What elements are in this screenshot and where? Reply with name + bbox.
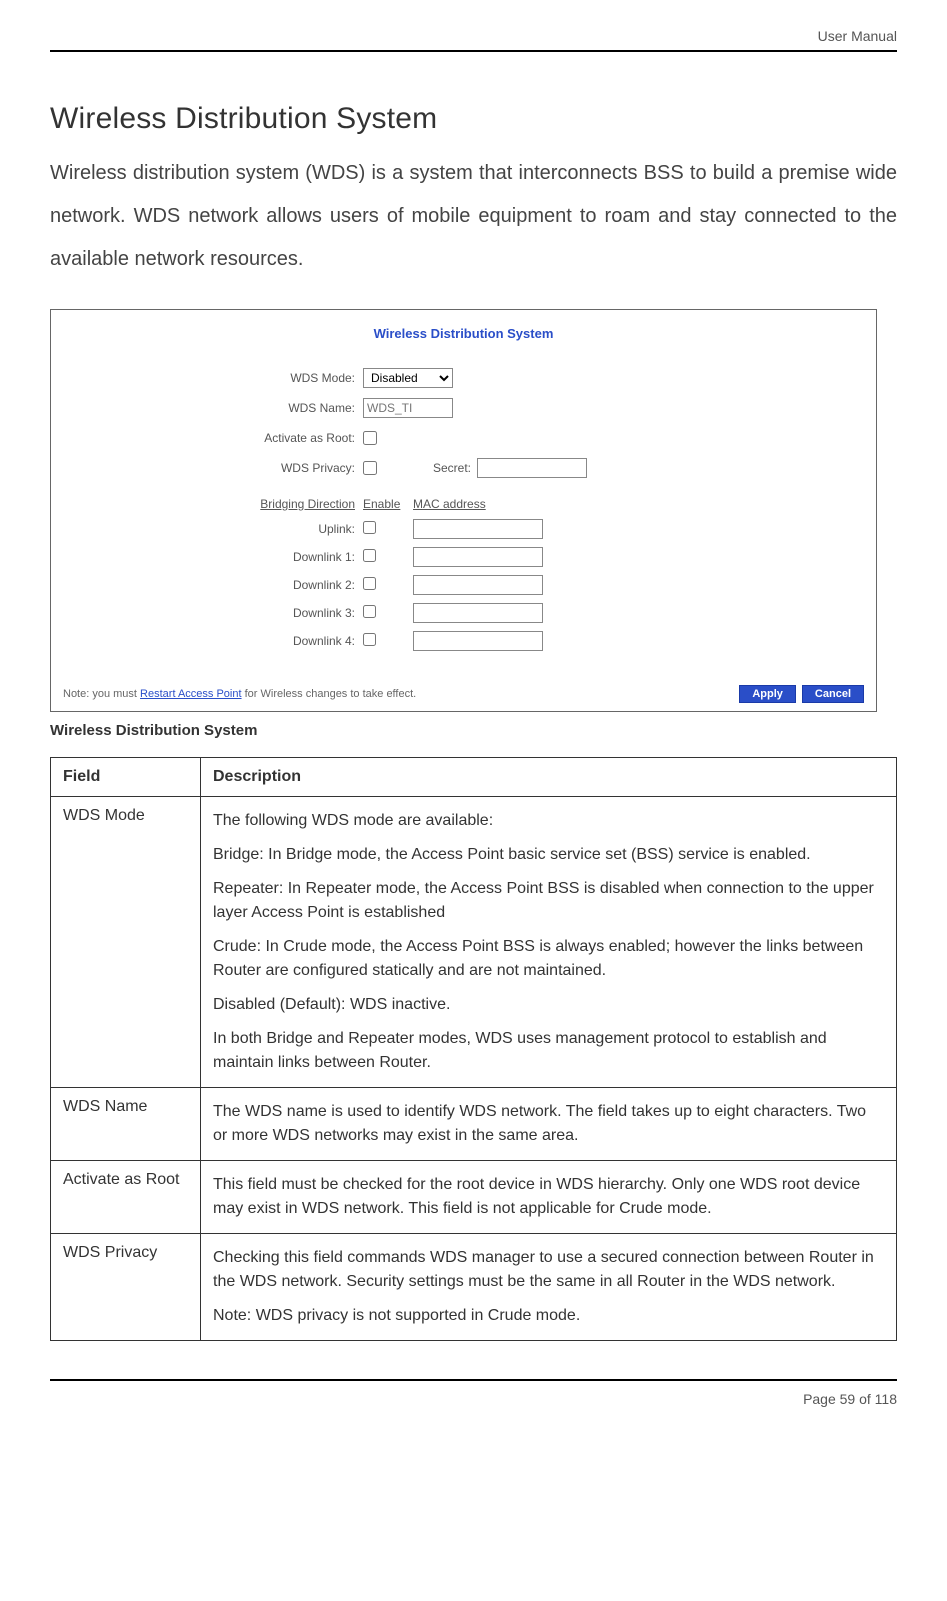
- th-field: Field: [51, 758, 201, 797]
- th-description: Description: [201, 758, 897, 797]
- secret-input[interactable]: [477, 458, 587, 478]
- desc-para: Disabled (Default): WDS inactive.: [213, 993, 884, 1017]
- bridge-row-label: Downlink 4:: [63, 634, 363, 648]
- bridge-row-label: Downlink 2:: [63, 578, 363, 592]
- table-row: WDS Name The WDS name is used to identif…: [51, 1088, 897, 1161]
- note-prefix: Note: you must: [63, 688, 140, 700]
- downlink3-mac-input[interactable]: [413, 603, 543, 623]
- bridge-row: Downlink 2:: [63, 571, 864, 599]
- desc-para: Repeater: In Repeater mode, the Access P…: [213, 877, 884, 925]
- field-cell: WDS Name: [51, 1088, 201, 1161]
- wds-privacy-label: WDS Privacy:: [63, 461, 363, 475]
- wds-mode-label: WDS Mode:: [63, 371, 363, 385]
- downlink1-mac-input[interactable]: [413, 547, 543, 567]
- field-cell: WDS Privacy: [51, 1234, 201, 1341]
- field-cell: WDS Mode: [51, 797, 201, 1088]
- bridge-row: Downlink 3:: [63, 599, 864, 627]
- wds-panel: Wireless Distribution System WDS Mode: D…: [50, 309, 877, 712]
- uplink-enable-checkbox[interactable]: [363, 521, 376, 534]
- bridge-row-label: Downlink 3:: [63, 606, 363, 620]
- table-row: WDS Privacy Checking this field commands…: [51, 1234, 897, 1341]
- bridge-row: Downlink 4:: [63, 627, 864, 655]
- desc-para: In both Bridge and Repeater modes, WDS u…: [213, 1027, 884, 1075]
- wds-mode-select[interactable]: Disabled: [363, 368, 453, 388]
- enable-header: Enable: [363, 497, 413, 511]
- field-cell: Activate as Root: [51, 1161, 201, 1234]
- secret-label: Secret:: [433, 461, 471, 475]
- wds-name-label: WDS Name:: [63, 401, 363, 415]
- page-footer: Page 59 of 118: [50, 1379, 897, 1407]
- cancel-button[interactable]: Cancel: [802, 685, 864, 703]
- note-suffix: for Wireless changes to take effect.: [242, 688, 417, 700]
- bridging-direction-header: Bridging Direction: [63, 497, 363, 511]
- desc-para: This field must be checked for the root …: [213, 1173, 884, 1221]
- downlink2-enable-checkbox[interactable]: [363, 577, 376, 590]
- bridge-row-label: Downlink 1:: [63, 550, 363, 564]
- bridge-row: Downlink 1:: [63, 543, 864, 571]
- panel-title: Wireless Distribution System: [63, 326, 864, 341]
- downlink4-mac-input[interactable]: [413, 631, 543, 651]
- desc-para: Crude: In Crude mode, the Access Point B…: [213, 935, 884, 983]
- description-table: Field Description WDS Mode The following…: [50, 757, 897, 1341]
- desc-para: The WDS name is used to identify WDS net…: [213, 1100, 884, 1148]
- downlink3-enable-checkbox[interactable]: [363, 605, 376, 618]
- mac-header: MAC address: [413, 497, 486, 511]
- bridge-header: Bridging Direction Enable MAC address: [63, 497, 864, 511]
- bridge-row: Uplink:: [63, 515, 864, 543]
- downlink1-enable-checkbox[interactable]: [363, 549, 376, 562]
- desc-cell: This field must be checked for the root …: [201, 1161, 897, 1234]
- panel-note: Note: you must Restart Access Point for …: [63, 688, 416, 700]
- desc-para: Bridge: In Bridge mode, the Access Point…: [213, 843, 884, 867]
- desc-cell: The WDS name is used to identify WDS net…: [201, 1088, 897, 1161]
- desc-para: Checking this field commands WDS manager…: [213, 1246, 884, 1294]
- downlink2-mac-input[interactable]: [413, 575, 543, 595]
- page-header: User Manual: [50, 20, 897, 52]
- restart-link[interactable]: Restart Access Point: [140, 688, 242, 700]
- section-title: Wireless Distribution System: [50, 102, 897, 136]
- downlink4-enable-checkbox[interactable]: [363, 633, 376, 646]
- desc-para: The following WDS mode are available:: [213, 809, 884, 833]
- bridge-row-label: Uplink:: [63, 522, 363, 536]
- activate-root-checkbox[interactable]: [363, 431, 377, 445]
- desc-cell: The following WDS mode are available: Br…: [201, 797, 897, 1088]
- apply-button[interactable]: Apply: [739, 685, 796, 703]
- activate-root-label: Activate as Root:: [63, 431, 363, 445]
- wds-privacy-checkbox[interactable]: [363, 461, 377, 475]
- uplink-mac-input[interactable]: [413, 519, 543, 539]
- desc-cell: Checking this field commands WDS manager…: [201, 1234, 897, 1341]
- table-row: Activate as Root This field must be chec…: [51, 1161, 897, 1234]
- wds-name-input[interactable]: [363, 398, 453, 418]
- intro-paragraph: Wireless distribution system (WDS) is a …: [50, 152, 897, 281]
- table-row: WDS Mode The following WDS mode are avai…: [51, 797, 897, 1088]
- figure-caption: Wireless Distribution System: [50, 722, 897, 739]
- desc-para: Note: WDS privacy is not supported in Cr…: [213, 1304, 884, 1328]
